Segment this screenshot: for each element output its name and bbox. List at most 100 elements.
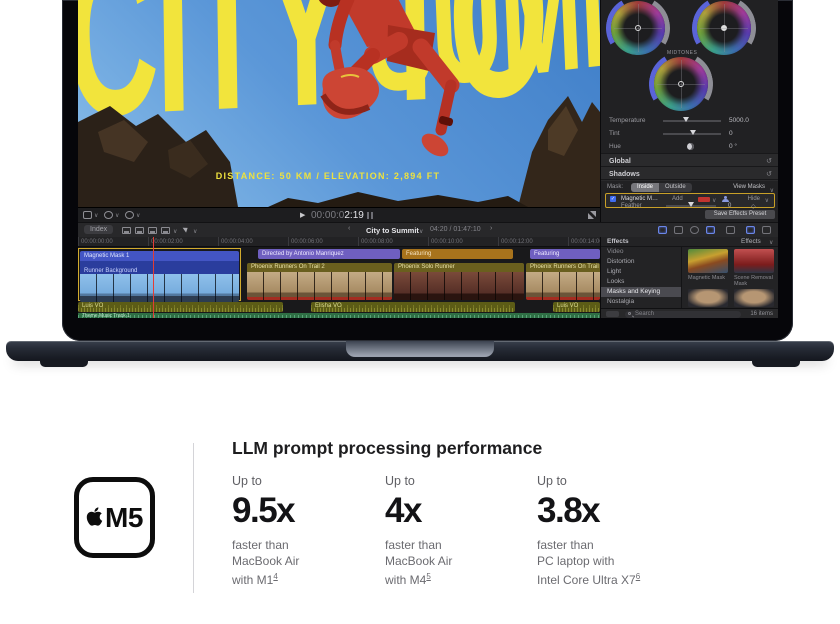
- mask-color-swatch[interactable]: [698, 197, 710, 202]
- stats-heading: LLM prompt processing performance: [232, 438, 542, 459]
- chip-label: M5: [105, 502, 143, 534]
- index-button[interactable]: Index: [84, 225, 113, 234]
- solo-icon[interactable]: [690, 226, 699, 234]
- transform-chevron-icon[interactable]: ∨: [94, 212, 98, 219]
- audio-meter-icon[interactable]: [367, 212, 369, 219]
- mask-add-menu[interactable]: Add: [672, 196, 683, 202]
- video-clip-label[interactable]: Phoenix Solo Runner: [394, 263, 524, 272]
- video-clip-label[interactable]: Phoenix Runners On Trail 2: [247, 263, 392, 272]
- project-chevron-icon[interactable]: ∨: [419, 228, 423, 235]
- snapping-icon[interactable]: [706, 226, 715, 234]
- inside-option[interactable]: Inside: [631, 183, 659, 192]
- timeline-ruler[interactable]: 00:00:00:00 00:00:02:00 00:00:04:00 00:0…: [78, 237, 600, 247]
- feather-slider[interactable]: [666, 205, 716, 207]
- effects-category[interactable]: Nostalgia: [601, 297, 681, 307]
- effect-name: Magnetic M…: [621, 196, 658, 202]
- video-clip-filmstrip[interactable]: [394, 272, 524, 300]
- video-clip-filmstrip[interactable]: [80, 274, 239, 302]
- view-masks-menu[interactable]: View Masks: [733, 180, 765, 194]
- effect-thumbnail[interactable]: [688, 249, 728, 273]
- effects-chevron-icon[interactable]: ∨: [136, 212, 140, 219]
- audio-clip[interactable]: Elisha VO: [311, 302, 515, 312]
- transform-icon[interactable]: [83, 211, 92, 219]
- color-wheel-highlights[interactable]: [697, 1, 751, 55]
- outside-option[interactable]: Outside: [659, 183, 692, 192]
- tint-slider[interactable]: [663, 133, 721, 135]
- magnetic-mask-effect-row[interactable]: ✓ Magnetic M… Add ∨ Hide ∨ Feather 0 ◇: [605, 193, 775, 208]
- effects-category[interactable]: Looks: [601, 277, 681, 287]
- music-clip[interactable]: Theme Music Track 1: [78, 313, 600, 318]
- macbook-foot: [752, 359, 800, 367]
- effect-thumbnail[interactable]: [734, 249, 774, 273]
- effects-overlay-icon[interactable]: [125, 211, 134, 219]
- connect-clip-icon[interactable]: [122, 227, 131, 234]
- append-clip-icon[interactable]: [148, 227, 157, 234]
- trim-chevron-icon[interactable]: ∨: [115, 212, 119, 219]
- effects-category[interactable]: Video: [601, 247, 681, 257]
- hue-knob[interactable]: [687, 143, 694, 150]
- project-duration: 04:20 / 01:47:10: [430, 226, 481, 233]
- video-clip-filmstrip[interactable]: [526, 272, 600, 300]
- sort-chevron-icon[interactable]: ∨: [769, 239, 773, 246]
- next-item-icon[interactable]: ›: [490, 225, 492, 232]
- stat-caption: faster than PC laptop with Intel Core Ul…: [537, 538, 687, 589]
- effects-category[interactable]: Distortion: [601, 257, 681, 267]
- play-icon[interactable]: ▶: [300, 211, 305, 219]
- mask-hide-menu[interactable]: Hide: [748, 196, 760, 202]
- temperature-value[interactable]: 5000.0: [729, 114, 749, 127]
- inspector-toggle-icon[interactable]: [762, 226, 771, 234]
- timeline-appearance-icon[interactable]: [726, 226, 735, 234]
- magnetic-mask-clip[interactable]: Magnetic Mask 1: [80, 251, 239, 261]
- footnote-link[interactable]: 6: [636, 572, 640, 581]
- thumbnail-view-icon[interactable]: [606, 311, 619, 317]
- macbook-foot: [40, 359, 88, 367]
- swatch-chevron-icon[interactable]: ∨: [712, 197, 716, 204]
- color-wheel-midtones[interactable]: [654, 57, 708, 111]
- audio-meter-icon[interactable]: [371, 212, 373, 219]
- footnote-link[interactable]: 5: [426, 572, 430, 581]
- video-clip-label[interactable]: Phoenix Runners On Trail 2: [526, 263, 600, 272]
- effects-grid: Magnetic Mask Scene Removal Mask: [681, 247, 778, 308]
- select-tool-icon[interactable]: [183, 225, 190, 232]
- keyframe-diamond-icon[interactable]: ◇: [751, 203, 756, 210]
- hue-value[interactable]: 0 °: [729, 140, 737, 153]
- overwrite-clip-icon[interactable]: [161, 227, 170, 234]
- edit-tools-chevron-icon[interactable]: ∨: [173, 228, 177, 235]
- browser-toggle-icon[interactable]: [746, 226, 755, 234]
- footnote-link[interactable]: 4: [273, 572, 277, 581]
- tool-chevron-icon[interactable]: ∨: [193, 228, 197, 235]
- title-clip[interactable]: Featuring: [402, 249, 513, 259]
- effects-search-input[interactable]: Search: [625, 311, 741, 318]
- trim-tools-icon[interactable]: [104, 211, 113, 219]
- title-clip[interactable]: Directed by Antonio Manriquez: [258, 249, 400, 259]
- color-wheel-shadows[interactable]: [611, 1, 665, 55]
- effects-category[interactable]: Light: [601, 267, 681, 277]
- mask-inside-outside-toggle[interactable]: Inside Outside: [631, 183, 692, 192]
- video-clip-filmstrip[interactable]: [247, 272, 392, 300]
- effect-thumbnail[interactable]: [688, 289, 728, 307]
- effects-count: 16 items: [750, 311, 773, 317]
- selected-clip-outline[interactable]: Magnetic Mask 1 Runner Background: [78, 248, 241, 301]
- skimming-icon[interactable]: [658, 226, 667, 234]
- effects-category-selected[interactable]: Masks and Keying: [601, 287, 681, 297]
- insert-clip-icon[interactable]: [135, 227, 144, 234]
- effect-thumbnail[interactable]: [734, 289, 774, 307]
- macbook-screen: CITY TO SUMMIT: [78, 0, 778, 318]
- audio-clip[interactable]: Luis VO: [553, 302, 600, 312]
- playhead[interactable]: [153, 237, 154, 318]
- expand-viewer-icon[interactable]: [588, 211, 596, 219]
- mask-controls: Mask: Inside Outside View Masks ∨: [601, 179, 778, 193]
- previous-item-icon[interactable]: ‹: [348, 225, 350, 232]
- temperature-slider[interactable]: [663, 120, 721, 122]
- feather-value[interactable]: 0: [728, 203, 731, 209]
- tint-value[interactable]: 0: [729, 127, 733, 140]
- title-clip[interactable]: Featuring: [530, 249, 600, 259]
- audio-skimming-icon[interactable]: [674, 226, 683, 234]
- effects-sort-header[interactable]: Effects: [741, 238, 761, 245]
- ruler-tick: 00:00:00:00: [81, 239, 113, 245]
- audio-clip[interactable]: Luis VO: [78, 302, 283, 312]
- hide-chevron-icon[interactable]: ∨: [765, 197, 769, 204]
- effect-enabled-checkbox[interactable]: ✓: [610, 196, 616, 202]
- project-title[interactable]: City to Summit: [366, 226, 419, 235]
- save-effects-preset-button[interactable]: Save Effects Preset: [705, 210, 775, 219]
